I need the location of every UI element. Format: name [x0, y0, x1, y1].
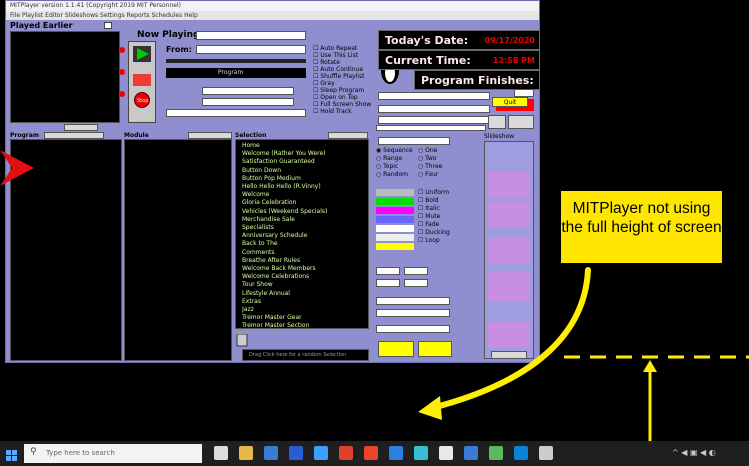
task-view-icon[interactable]	[214, 446, 228, 460]
store-icon[interactable]	[514, 446, 528, 460]
pdf-icon[interactable]	[364, 446, 378, 460]
curved-arrowhead-icon	[418, 396, 442, 420]
search-placeholder: Type here to search	[46, 449, 115, 457]
chrome-icon[interactable]	[414, 446, 428, 460]
taskbar: ⚲ Type here to search ^ ◀ ▣ ◀ ◐	[0, 441, 749, 466]
taskbar-search[interactable]: ⚲ Type here to search	[24, 444, 202, 463]
photos-icon[interactable]	[314, 446, 328, 460]
file-explorer-icon[interactable]	[239, 446, 253, 460]
people-icon[interactable]	[264, 446, 278, 460]
calendar-icon[interactable]	[489, 446, 503, 460]
callout-text: MITPlayer not using the full height of s…	[561, 200, 722, 236]
search-icon: ⚲	[30, 447, 37, 457]
windows-start-icon[interactable]	[6, 447, 18, 461]
chevron-icon[interactable]	[539, 446, 553, 460]
word-icon[interactable]	[289, 446, 303, 460]
up-arrowhead-icon	[643, 360, 657, 372]
red-arrow-icon	[0, 150, 34, 186]
settings-icon[interactable]	[439, 446, 453, 460]
game-icon[interactable]	[339, 446, 353, 460]
mail-icon[interactable]	[464, 446, 478, 460]
annotation-callout: MITPlayer not using the full height of s…	[558, 188, 725, 266]
system-tray[interactable]: ^ ◀ ▣ ◀ ◐	[672, 448, 716, 457]
edge-icon[interactable]	[389, 446, 403, 460]
curved-arrow-line	[429, 267, 591, 411]
